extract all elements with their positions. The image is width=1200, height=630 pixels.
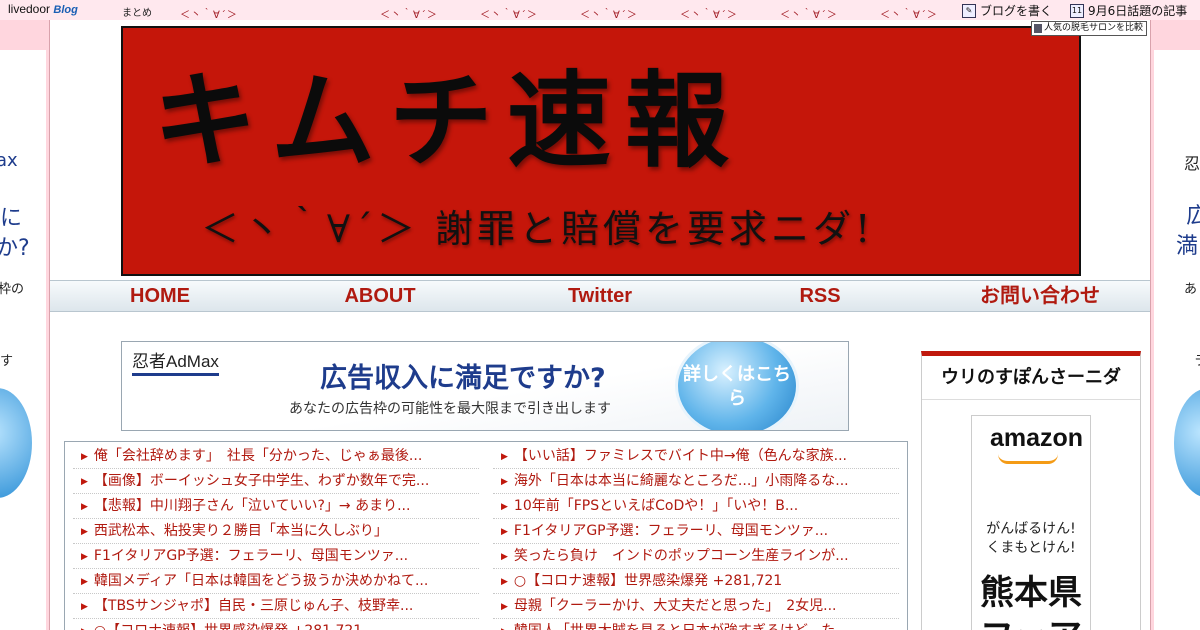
face-decoration: ＜丶｀∀´＞	[180, 10, 238, 21]
topic-article-label: 9月6日話題の記事	[1088, 4, 1188, 18]
sponsor-sidebar: ウリのすぽんさーニダ amazon がんばるけん! くまもとけん! 熊本県フェア	[921, 351, 1141, 630]
left-ad-text: に	[0, 206, 23, 231]
right-ad-text: ラ	[1194, 350, 1200, 369]
amazon-ad[interactable]: amazon がんばるけん! くまもとけん! 熊本県フェア	[971, 415, 1091, 630]
left-ad-text: ax	[0, 150, 18, 171]
amazon-logo: amazon	[990, 424, 1084, 452]
sidebar-title: ウリのすぽんさーニダ	[922, 356, 1140, 400]
admax-headline: 広告収入に満足ですか?	[320, 363, 606, 394]
admax-subtext: あなたの広告枠の可能性を最大限まで引き出します	[289, 401, 611, 417]
pencil-icon: ✎	[962, 3, 976, 18]
admax-details-button[interactable]: 詳しくはこちら	[675, 342, 799, 430]
left-ad-text: す	[0, 354, 14, 369]
nav-twitter[interactable]: Twitter	[490, 281, 710, 311]
headline-link[interactable]: ○【コロナ速報】世界感染爆発 +281,721	[493, 569, 899, 594]
headline-link[interactable]: F1イタリアGP予選：フェラーリ、母国モンツァ...	[493, 519, 899, 544]
face-decoration: ＜丶｀∀´＞	[480, 10, 538, 21]
right-ad-text: 忍	[1184, 154, 1200, 173]
amazon-ad-slogan: がんばるけん! くまもとけん!	[972, 520, 1090, 558]
slogan-line: がんばるけん!	[986, 521, 1076, 537]
right-ad-button	[1174, 388, 1200, 498]
headline-link[interactable]: 俺「会社辞めます」 社長「分かった、じゃぁ最後...	[73, 444, 479, 469]
headline-link[interactable]: 【画像】ボーイッシュ女子中学生、わずか数年で完...	[73, 469, 479, 494]
face-decoration: ＜丶｀∀´＞	[880, 10, 938, 21]
admax-banner-ad[interactable]: 忍者AdMax 広告収入に満足ですか? あなたの広告枠の可能性を最大限まで引き出…	[121, 341, 849, 431]
nav-about[interactable]: ABOUT	[270, 281, 490, 311]
blog-main-column: キムチ速報 ＜丶｀∀´＞ 謝罪と賠償を要求ニダ! HOME ABOUT Twit…	[49, 20, 1151, 630]
left-ad-text: 枠の	[0, 282, 25, 297]
admax-brand: 忍者AdMax	[132, 347, 219, 376]
livedoor-logo-text: livedoor	[8, 2, 51, 16]
headline-link[interactable]: 【TBSサンジャポ】自民・三原じゅん子、枝野幸...	[73, 594, 479, 619]
left-ad-text: か?	[0, 236, 30, 261]
left-ad-button	[0, 388, 32, 498]
header-banner[interactable]: キムチ速報 ＜丶｀∀´＞ 謝罪と賠償を要求ニダ!	[121, 26, 1081, 276]
nav-contact[interactable]: お問い合わせ	[930, 281, 1150, 311]
write-blog-label: ブログを書く	[980, 4, 1053, 18]
headline-link[interactable]: 西武松本、粘投実り２勝目「本当に久しぶり」	[73, 519, 479, 544]
face-decoration: ＜丶｀∀´＞	[580, 10, 638, 21]
blog-logo-text: Blog	[53, 4, 78, 16]
face-decoration: ＜丶｀∀´＞	[780, 10, 838, 21]
headline-link[interactable]: ○【コロナ速報】世界感染爆発 +281,721	[73, 619, 479, 630]
global-nav: HOME ABOUT Twitter RSS お問い合わせ	[50, 280, 1150, 312]
headline-link[interactable]: 母親「クーラーかけ、大丈夫だと思った」 2女児...	[493, 594, 899, 619]
nav-home[interactable]: HOME	[50, 281, 270, 311]
headline-column-right: 【いい話】ファミレスでバイト中→俺（色んな家族... 海外「日本は本当に綺麗なと…	[493, 444, 899, 630]
amazon-smile-icon	[998, 454, 1058, 464]
amazon-ad-big-text: 熊本県フェア	[980, 573, 1082, 630]
livedoor-blog-logo[interactable]: livedoor Blog	[8, 2, 78, 16]
write-blog-link[interactable]: ✎ ブログを書く	[962, 2, 1052, 19]
matome-link[interactable]: まとめ	[122, 4, 152, 19]
calendar-icon: 11	[1070, 3, 1084, 18]
headline-link[interactable]: F1イタリアGP予選：フェラーリ、母国モンツァ...	[73, 544, 479, 569]
face-decoration: ＜丶｀∀´＞	[380, 10, 438, 21]
headline-column-left: 俺「会社辞めます」 社長「分かった、じゃぁ最後... 【画像】ボーイッシュ女子中…	[73, 444, 479, 630]
headline-link[interactable]: 【悲報】中川翔子さん「泣いていい?」→ あまり...	[73, 494, 479, 519]
right-ad-text: あ	[1184, 282, 1198, 297]
site-subtitle: ＜丶｀∀´＞ 謝罪と賠償を要求ニダ!	[201, 207, 875, 251]
headline-link[interactable]: 【いい話】ファミレスでバイト中→俺（色んな家族...	[493, 444, 899, 469]
headline-link[interactable]: 笑ったら負け インドのポップコーン生産ラインが...	[493, 544, 899, 569]
left-side-ad[interactable]: ax に か? 枠の す	[0, 50, 46, 630]
headline-link[interactable]: 10年前「FPSといえばCoDや！」「いや！B...	[493, 494, 899, 519]
right-ad-text: 広	[1186, 204, 1200, 229]
topic-article-link[interactable]: 11 9月6日話題の記事	[1070, 2, 1187, 19]
headline-link[interactable]: 韓国人「世界大賊を見ると日本が強すぎるけど...た...	[493, 619, 899, 630]
headline-link[interactable]: 海外「日本は本当に綺麗なところだ...」小雨降るな...	[493, 469, 899, 494]
nav-rss[interactable]: RSS	[710, 281, 930, 311]
right-side-ad[interactable]: 忍 広 満 あ ラ	[1154, 50, 1200, 630]
right-ad-text: 満	[1176, 234, 1199, 259]
headline-link[interactable]: 韓国メディア「日本は韓国をどう扱うか決めかねて...	[73, 569, 479, 594]
antenna-headline-list: 俺「会社辞めます」 社長「分かった、じゃぁ最後... 【画像】ボーイッシュ女子中…	[64, 441, 908, 630]
slogan-line: くまもとけん!	[986, 540, 1076, 556]
livedoor-top-bar: livedoor Blog まとめ ＜丶｀∀´＞ ＜丶｀∀´＞ ＜丶｀∀´＞ ＜…	[0, 0, 1200, 21]
site-title: キムチ速報	[153, 59, 744, 182]
face-decoration: ＜丶｀∀´＞	[680, 10, 738, 21]
ad-tooltip[interactable]: 人気の脱毛サロンを比較	[1031, 21, 1148, 36]
